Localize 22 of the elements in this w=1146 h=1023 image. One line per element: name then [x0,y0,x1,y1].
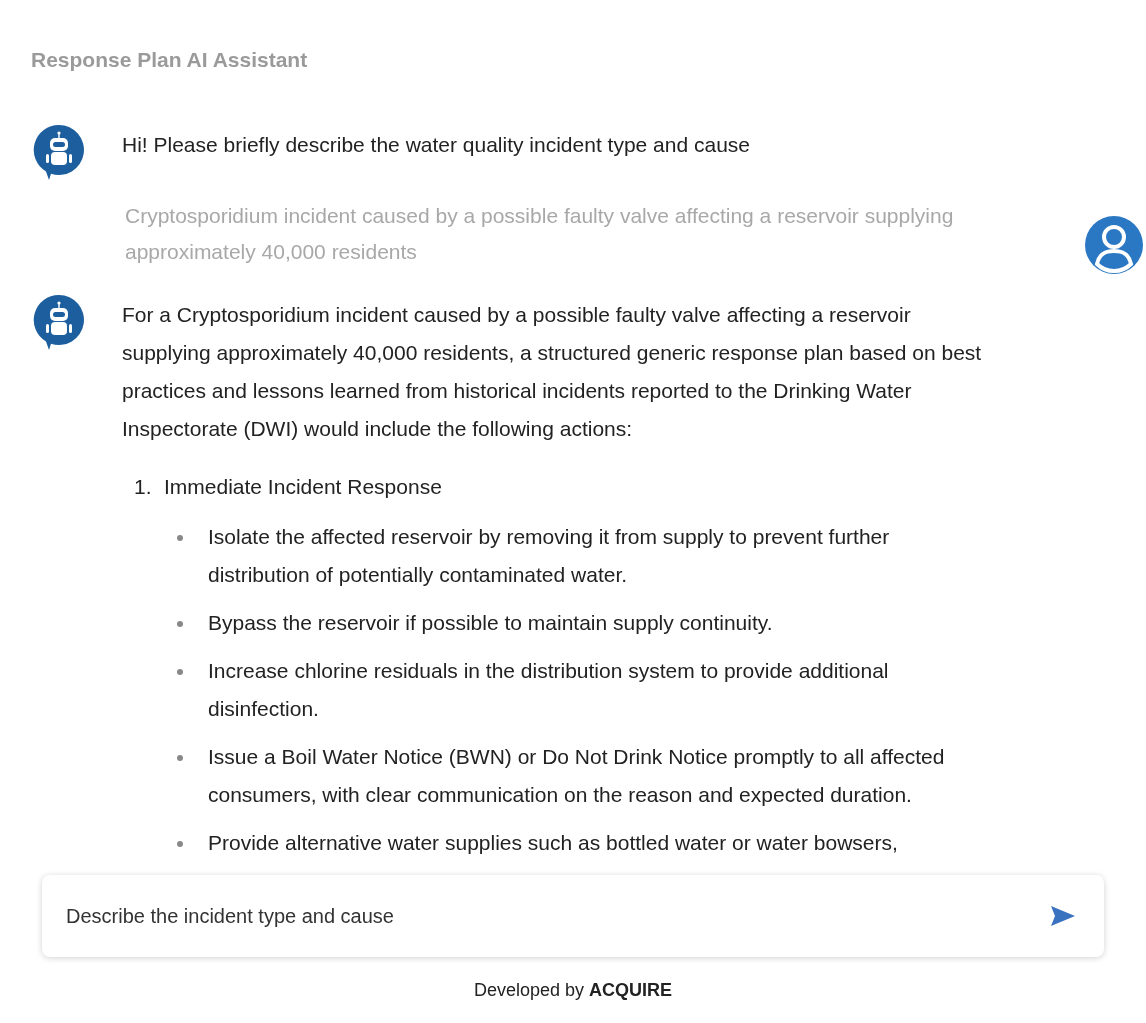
bullet-icon [177,668,183,675]
bullet-icon [177,620,183,627]
bullet-icon [177,534,183,541]
message-input[interactable]: Describe the incident type and cause [66,901,1046,931]
bullet-text: Isolate the affected reservoir by removing it from supply to prevent further distribution of potentially contaminated water. [208,523,891,588]
bullet-icon [177,754,183,761]
assistant-message: Hi! Please briefly describe the water quality incident type and cause [122,131,751,158]
user-message: Cryptosporidium incident caused by a possible faulty valve affecting a reservoir supplying approximately 40,000 residents [125,202,955,265]
footer-credit: Developed by ACQUIRE [473,978,673,1002]
assistant-message: For a Cryptosporidium incident caused by a possible faulty valve affecting a reservoir supplying approximately 40,000 residents, a structured generic response plan based on best practices and lessons learned from historical incidents reported to the Drinking Water Inspectorate (DWI) would include the following actions: [122,301,983,442]
robot-avatar-icon [33,123,85,180]
bullet-icon [177,840,183,847]
send-icon [1050,905,1076,927]
bullet-text: Increase chlorine residuals in the distribution system to provide additional disinfection. [208,657,890,722]
bullet-text: Provide alternative water supplies such as bottled water or water bowsers, [208,829,899,856]
bullet-text: Bypass the reservoir if possible to maintain supply continuity. [208,609,774,636]
robot-avatar-icon [33,293,85,350]
bullet-text: Issue a Boil Water Notice (BWN) or Do Not Drink Notice promptly to all affected consumers, with clear communication on the reason and expected duration. [208,743,946,808]
user-avatar-icon [1085,215,1143,274]
step-title: Immediate Incident Response [164,473,442,500]
list-number: 1. [134,473,153,500]
app-title: Response Plan AI Assistant [31,47,309,73]
